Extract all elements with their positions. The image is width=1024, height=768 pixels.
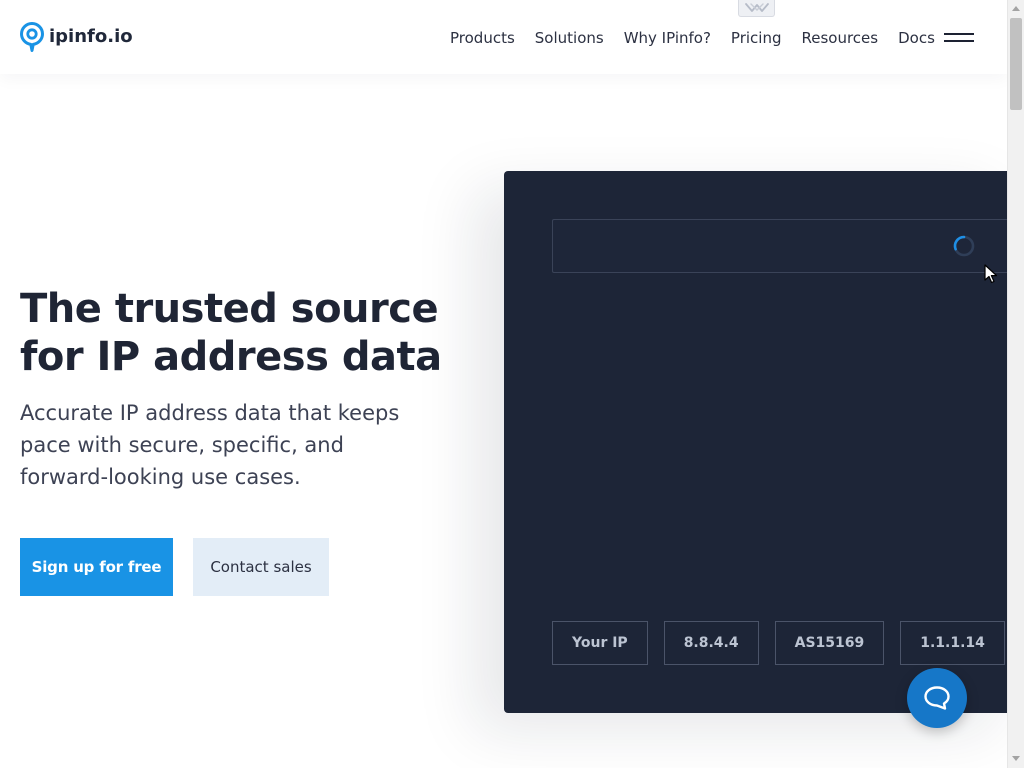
hero-subtitle: Accurate IP address data that keeps pace… [20, 401, 400, 489]
ipinfo-homepage: ipinfo.io Products Solutions Why IPinfo?… [0, 0, 1024, 768]
loading-spinner-icon [953, 235, 975, 257]
brand-logo[interactable]: ipinfo.io [20, 22, 133, 52]
menu-line-top [944, 33, 974, 35]
hamburger-menu-icon[interactable] [944, 30, 974, 44]
scroll-down-arrow[interactable] [1012, 756, 1020, 761]
ip-lookup-panel: Your IP 8.8.4.4 AS15169 1.1.1.14 [504, 171, 1024, 713]
collapsed-banner-tab[interactable] [738, 0, 775, 17]
brand-name: ipinfo.io [49, 26, 133, 47]
top-navigation: ipinfo.io Products Solutions Why IPinfo?… [0, 0, 1007, 74]
location-pin-icon [20, 22, 44, 52]
chevron-down-icon [745, 3, 769, 12]
page-scrollbar[interactable] [1007, 0, 1024, 768]
nav-item-solutions[interactable]: Solutions [525, 26, 614, 50]
contact-sales-button[interactable]: Contact sales [193, 538, 329, 596]
chip-your-ip[interactable]: Your IP [552, 621, 648, 665]
chat-launcher-button[interactable] [907, 668, 967, 728]
nav-item-products[interactable]: Products [440, 26, 525, 50]
chip-as15169[interactable]: AS15169 [774, 621, 885, 665]
nav-item-why-ipinfo[interactable]: Why IPinfo? [614, 26, 721, 50]
primary-nav: Products Solutions Why IPinfo? Pricing R… [440, 26, 945, 50]
chip-8-8-4-4[interactable]: 8.8.4.4 [663, 621, 759, 665]
menu-line-bottom [944, 40, 974, 42]
lookup-example-chips: Your IP 8.8.4.4 AS15169 1.1.1.14 [552, 621, 1024, 665]
scroll-thumb[interactable] [1010, 18, 1022, 110]
chip-1-1-1-14[interactable]: 1.1.1.14 [900, 621, 1005, 665]
hero-title: The trusted source for IP address data [20, 286, 442, 380]
nav-item-docs[interactable]: Docs [888, 26, 945, 50]
sign-up-button[interactable]: Sign up for free [20, 538, 173, 596]
nav-item-pricing[interactable]: Pricing [721, 26, 792, 50]
chat-bubble-icon [924, 686, 950, 710]
nav-item-resources[interactable]: Resources [791, 26, 888, 50]
scroll-up-arrow[interactable] [1012, 6, 1020, 11]
